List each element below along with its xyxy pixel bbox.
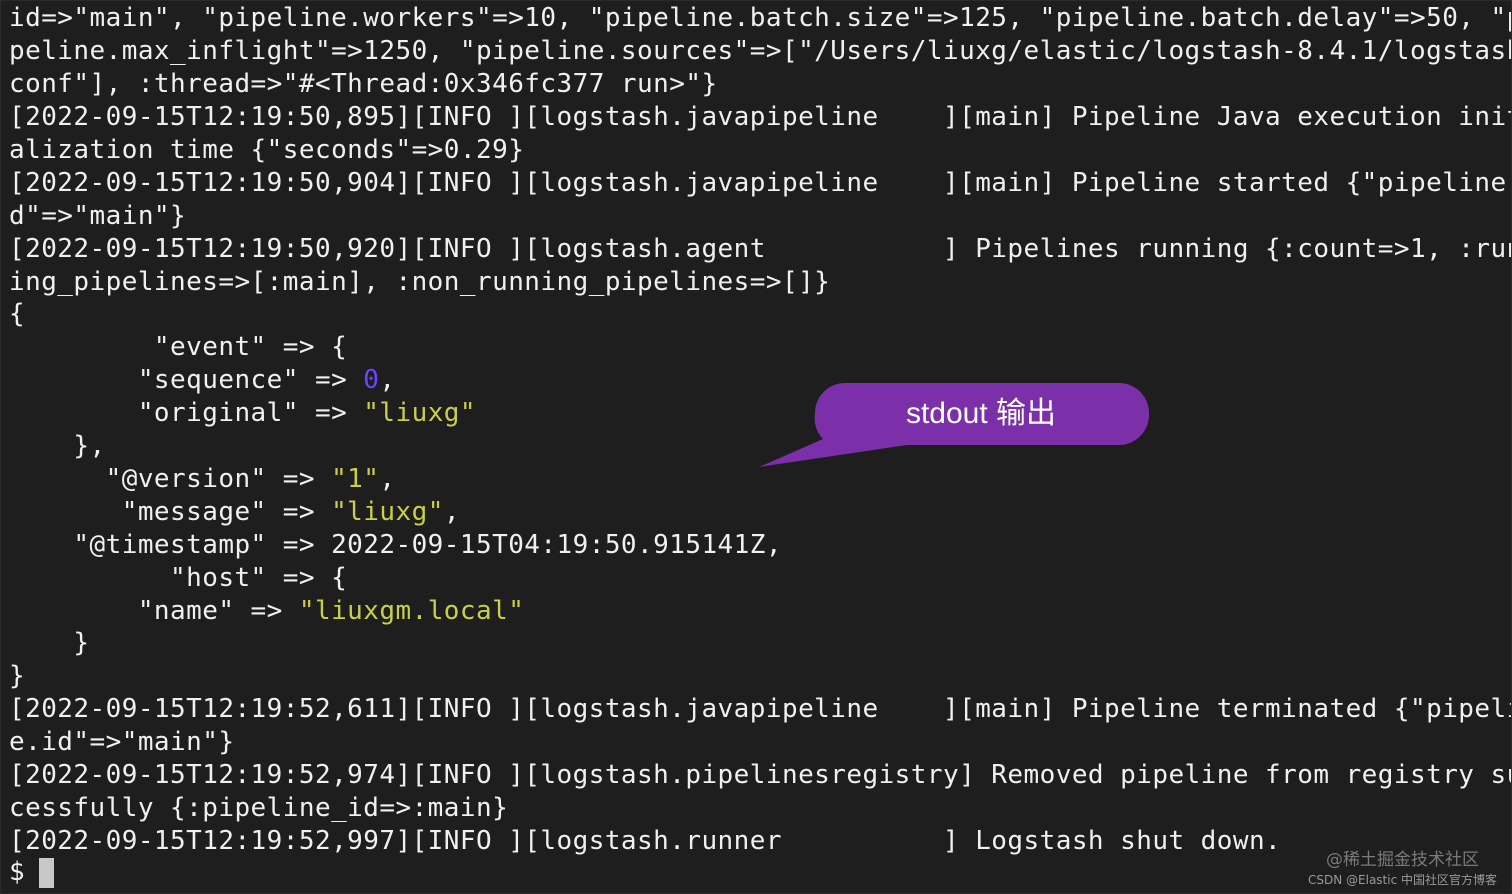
output-line: }, xyxy=(9,431,106,461)
output-line: "original" => "liuxg" xyxy=(9,397,476,430)
field-key: "name" => xyxy=(9,596,299,626)
message-value: "liuxg" xyxy=(331,497,444,527)
output-line: "event" => { xyxy=(9,332,348,362)
output-line: conf"], :thread=>"#<Thread:0x346fc377 ru… xyxy=(9,69,718,99)
output-line: "@timestamp" => 2022-09-15T04:19:50.9151… xyxy=(9,530,782,560)
output-line: [2022-09-15T12:19:50,895][INFO ][logstas… xyxy=(9,102,1512,132)
output-line: [2022-09-15T12:19:52,611][INFO ][logstas… xyxy=(9,694,1512,724)
text-cursor[interactable] xyxy=(39,858,54,888)
output-line: [2022-09-15T12:19:52,997][INFO ][logstas… xyxy=(9,826,1282,856)
watermark-csdn: CSDN @Elastic 中国社区官方博客 xyxy=(1308,873,1498,887)
output-line: "message" => "liuxg", xyxy=(9,496,460,529)
field-key: "message" => xyxy=(9,497,332,527)
output-line: [2022-09-15T12:19:50,904][INFO ][logstas… xyxy=(9,168,1512,198)
punctuation: , xyxy=(379,365,396,395)
output-line: peline.max_inflight"=>1250, "pipeline.so… xyxy=(9,36,1512,66)
output-line: { xyxy=(9,299,26,329)
output-line: ing_pipelines=>[:main], :non_running_pip… xyxy=(9,267,831,297)
output-line: cessfully {:pipeline_id=>:main} xyxy=(9,793,509,823)
output-line: "sequence" => 0, xyxy=(9,364,396,397)
output-line: [2022-09-15T12:19:50,920][INFO ][logstas… xyxy=(9,234,1512,264)
callout-label: stdout 输出 xyxy=(905,397,1057,430)
output-line: [2022-09-15T12:19:52,974][INFO ][logstas… xyxy=(9,760,1512,790)
stdout-callout: stdout 输出 xyxy=(757,383,1153,471)
hostname-value: "liuxgm.local" xyxy=(298,596,525,626)
punctuation: , xyxy=(379,464,396,494)
output-line: } xyxy=(9,628,90,658)
output-line: } xyxy=(9,661,26,691)
watermark-juejin: @稀土掘金技术社区 xyxy=(1326,850,1479,870)
output-line: "@version" => "1", xyxy=(9,463,396,496)
output-line: id=>"main", "pipeline.workers"=>10, "pip… xyxy=(9,3,1512,33)
punctuation: , xyxy=(443,497,460,527)
terminal-window[interactable]: id=>"main", "pipeline.workers"=>10, "pip… xyxy=(0,0,1512,894)
output-line: "name" => "liuxgm.local" xyxy=(9,595,524,628)
version-value: "1" xyxy=(331,464,380,494)
sequence-value: 0 xyxy=(363,365,380,395)
output-line: d"=>"main"} xyxy=(9,201,187,231)
original-value: "liuxg" xyxy=(363,398,477,428)
field-key: "sequence" => xyxy=(9,365,364,395)
output-line: "host" => { xyxy=(9,563,348,593)
output-line: e.id"=>"main"} xyxy=(9,727,235,757)
shell-prompt: $ xyxy=(9,857,25,887)
output-line: alization time {"seconds"=>0.29} xyxy=(9,135,525,165)
field-key: "@version" => xyxy=(9,464,332,494)
field-key: "original" => xyxy=(9,398,364,428)
